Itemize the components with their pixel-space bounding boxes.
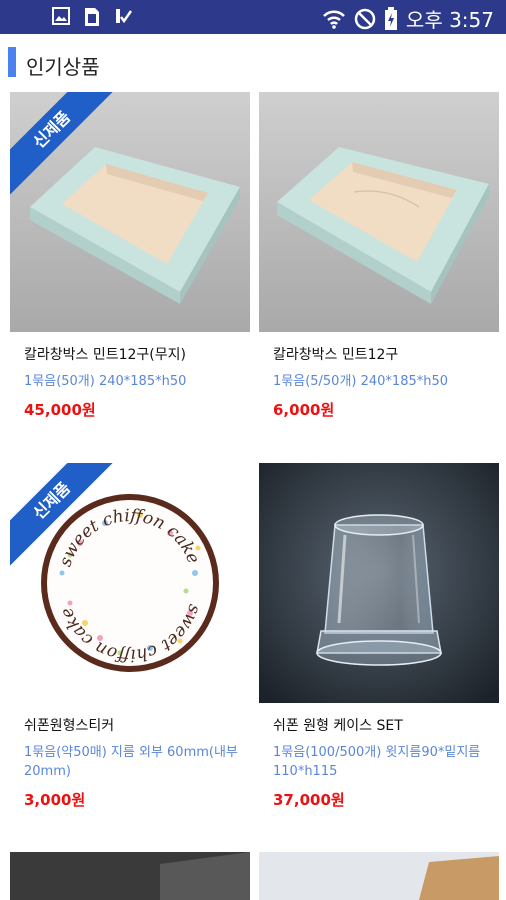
- section-title: 인기상품: [26, 55, 100, 79]
- section-accent-bar: [8, 47, 16, 77]
- new-product-badge: 신제품: [10, 92, 130, 212]
- product-spec: 1묶음(100/500개) 윗지름90*밑지름110*h115: [273, 745, 481, 779]
- chiffon-case-image: [259, 463, 499, 703]
- new-product-badge-label: 신제품: [10, 463, 120, 569]
- clock: 오후 3:57: [405, 8, 494, 32]
- dnd-icon: [354, 8, 376, 29]
- status-bar: 오후 3:57: [0, 0, 506, 34]
- section-header: 인기상품: [0, 34, 506, 92]
- mint-box-image: [259, 92, 499, 332]
- product-image[interactable]: [259, 92, 499, 332]
- product-price: 45,000원: [24, 401, 96, 419]
- new-product-badge: 신제품: [10, 463, 130, 583]
- product-name[interactable]: 칼라창박스 민트12구: [273, 344, 398, 364]
- wifi-icon: [323, 10, 345, 29]
- sim-icon: [85, 8, 99, 26]
- product-price: 37,000원: [273, 791, 345, 809]
- product-image-partial: [10, 852, 250, 900]
- product-image[interactable]: [259, 463, 499, 703]
- product-name[interactable]: 칼라창박스 민트12구(무지): [24, 344, 186, 364]
- product-price: 6,000원: [273, 401, 335, 419]
- image-icon: [52, 7, 70, 25]
- product-spec: 1묶음(5/50개) 240*185*h50: [273, 374, 449, 389]
- product-image[interactable]: [259, 852, 499, 900]
- product-card[interactable]: 신제품 칼라창박스 민트12구(무지) 1묶음(50개) 240*185*h50…: [10, 92, 250, 452]
- product-card[interactable]: sweet chiffon cake sweet chiffon cake 신제…: [10, 463, 250, 833]
- product-name[interactable]: 쉬폰원형스티커: [24, 715, 114, 735]
- product-card[interactable]: [259, 852, 499, 900]
- battery-icon: [384, 6, 397, 30]
- product-card[interactable]: 칼라창박스 민트12구 1묶음(5/50개) 240*185*h50 6,000…: [259, 92, 499, 452]
- product-name[interactable]: 쉬폰 원형 케이스 SET: [273, 715, 403, 735]
- product-card[interactable]: 쉬폰 원형 케이스 SET 1묶음(100/500개) 윗지름90*밑지름110…: [259, 463, 499, 833]
- new-product-badge-label: 신제품: [10, 92, 120, 198]
- check-icon: [116, 9, 132, 24]
- product-image[interactable]: [10, 852, 250, 900]
- product-price: 3,000원: [24, 791, 86, 809]
- product-card[interactable]: [10, 852, 250, 900]
- product-image-partial: [259, 852, 499, 900]
- system-icons: 오후 3:57: [322, 4, 494, 33]
- product-spec: 1묶음(50개) 240*185*h50: [24, 374, 187, 389]
- notification-icons: [52, 7, 132, 27]
- product-spec: 1묶음(약50매) 지름 외부 60mm(내부20mm): [24, 745, 238, 779]
